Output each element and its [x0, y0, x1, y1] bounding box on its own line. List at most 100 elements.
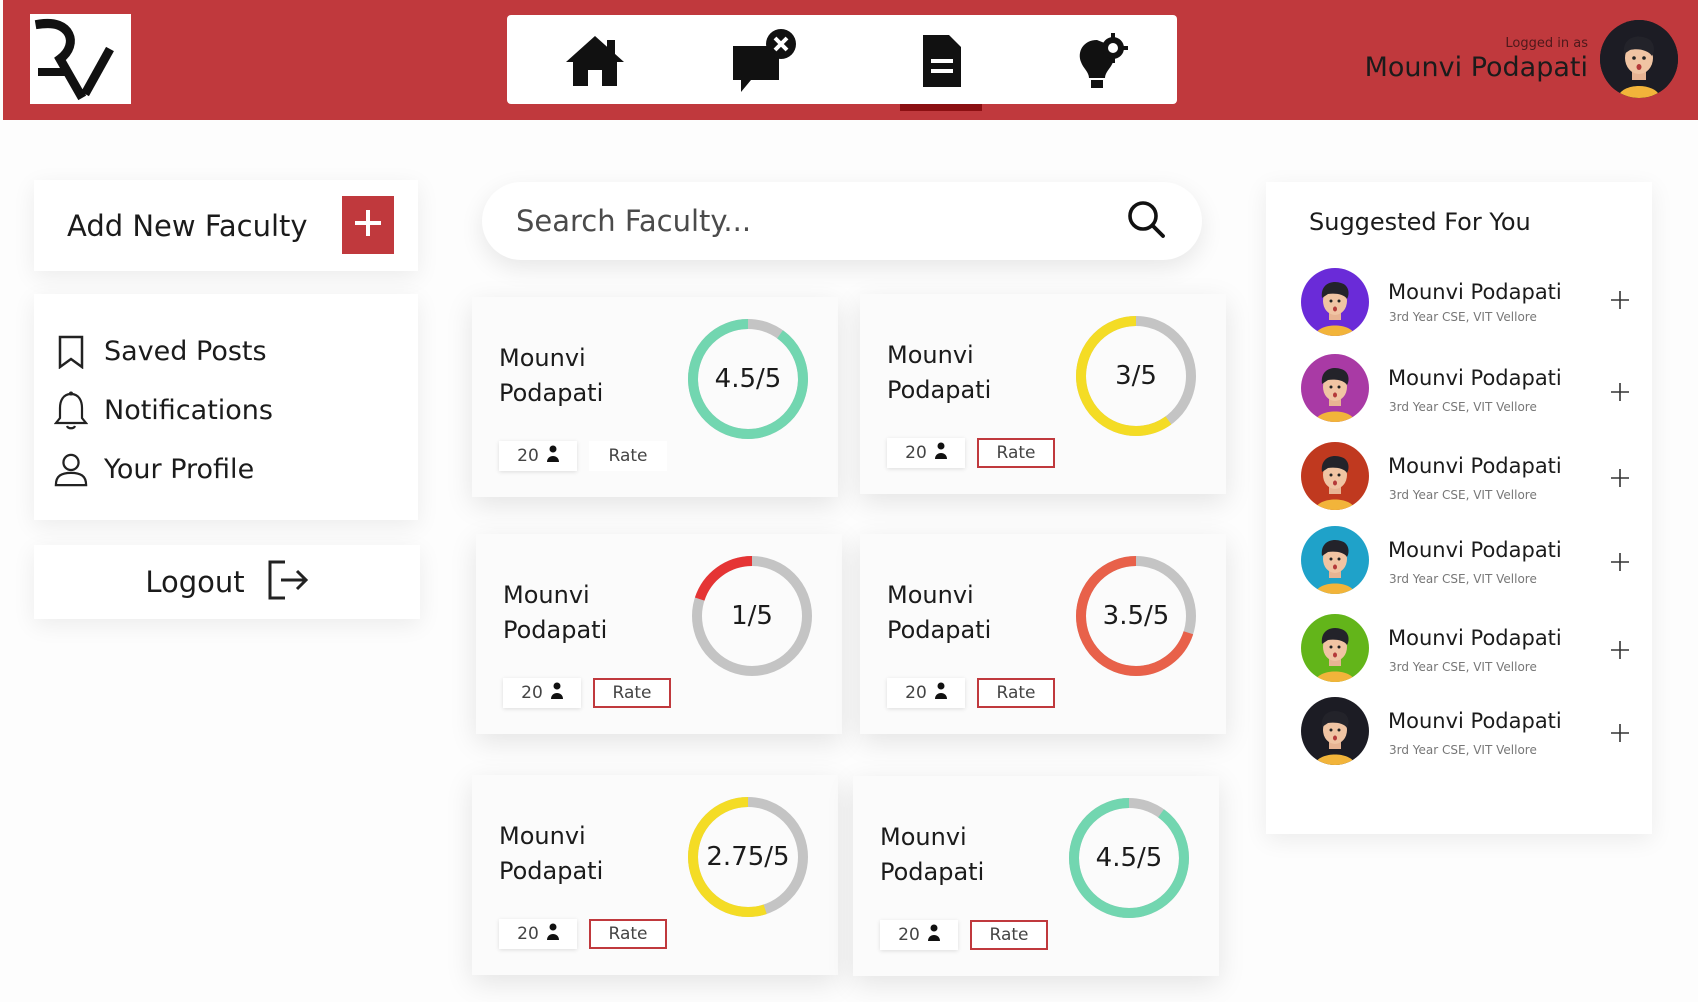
add-faculty-label: Add New Faculty: [67, 208, 308, 243]
person-icon: [927, 924, 940, 947]
rating-value: 3/5: [1115, 361, 1157, 391]
rater-count-value: 20: [517, 446, 539, 466]
app-logo[interactable]: [30, 14, 131, 104]
rater-count-value: 20: [517, 924, 539, 944]
person-icon: [550, 682, 563, 705]
follow-button[interactable]: [1606, 380, 1634, 408]
follow-button[interactable]: [1606, 721, 1634, 749]
avatar[interactable]: [1600, 20, 1678, 98]
suggestion-name: Mounvi Podapati: [1388, 709, 1562, 733]
nav-tab-ideas[interactable]: [1053, 23, 1153, 103]
sidebar-item-label: Notifications: [104, 395, 273, 426]
rate-button[interactable]: Rate: [977, 678, 1055, 708]
avatar[interactable]: [1301, 697, 1369, 765]
faculty-last-name: Podapati: [887, 376, 992, 404]
plus-icon: [1610, 723, 1630, 747]
nav-tab-documents[interactable]: [891, 23, 991, 111]
suggestion-name: Mounvi Podapati: [1388, 454, 1562, 478]
rater-count: 20: [499, 919, 577, 949]
plus-icon: [1610, 382, 1630, 406]
faculty-first-name: Mounvi: [887, 581, 974, 609]
avatar[interactable]: [1301, 354, 1369, 422]
sidebar-item-label: Saved Posts: [104, 336, 267, 367]
logged-in-user[interactable]: Logged in as Mounvi Podapati: [1365, 20, 1678, 98]
suggestion-item[interactable]: Mounvi Podapati 3rd Year CSE, VIT Vellor…: [1301, 614, 1631, 682]
faculty-first-name: Mounvi: [503, 581, 590, 609]
sidebar-item-label: Your Profile: [104, 454, 255, 485]
search-input[interactable]: [516, 204, 1124, 238]
person-icon: [546, 923, 559, 946]
rater-count: 20: [499, 441, 577, 471]
sidebar-item-notifications[interactable]: Notifications: [54, 381, 398, 440]
follow-button[interactable]: [1606, 288, 1634, 316]
faculty-card[interactable]: Mounvi Podapati 4.5/5 20 Rate: [472, 297, 838, 497]
faculty-card[interactable]: Mounvi Podapati 3/5 20 Rate: [860, 294, 1226, 494]
suggestion-item[interactable]: Mounvi Podapati 3rd Year CSE, VIT Vellor…: [1301, 697, 1631, 765]
faculty-last-name: Podapati: [887, 616, 992, 644]
rater-count: 20: [503, 678, 581, 708]
rater-count-value: 20: [905, 443, 927, 463]
suggestion-item[interactable]: Mounvi Podapati 3rd Year CSE, VIT Vellor…: [1301, 442, 1631, 510]
profile-icon: [54, 450, 88, 490]
faculty-card[interactable]: Mounvi Podapati 2.75/5 20 Rate: [472, 775, 838, 975]
suggestion-name: Mounvi Podapati: [1388, 626, 1562, 650]
faculty-last-name: Podapati: [880, 858, 985, 886]
rater-count-value: 20: [521, 683, 543, 703]
suggestion-subtitle: 3rd Year CSE, VIT Vellore: [1389, 310, 1537, 324]
lightbulb-gear-icon: [1073, 30, 1133, 96]
avatar[interactable]: [1301, 268, 1369, 336]
rater-count-value: 20: [905, 683, 927, 703]
suggestion-subtitle: 3rd Year CSE, VIT Vellore: [1389, 488, 1537, 502]
avatar[interactable]: [1301, 526, 1369, 594]
search-bar: [482, 182, 1202, 260]
suggestion-subtitle: 3rd Year CSE, VIT Vellore: [1389, 743, 1537, 757]
suggestion-item[interactable]: Mounvi Podapati 3rd Year CSE, VIT Vellor…: [1301, 354, 1631, 422]
sidebar-item-saved-posts[interactable]: Saved Posts: [54, 322, 398, 381]
add-faculty-button[interactable]: [342, 196, 394, 254]
plus-icon: [1610, 468, 1630, 492]
plus-icon: [352, 207, 384, 243]
user-name: Mounvi Podapati: [1364, 51, 1588, 83]
rate-button[interactable]: Rate: [589, 441, 667, 471]
rate-button[interactable]: Rate: [593, 678, 671, 708]
rate-button[interactable]: Rate: [977, 438, 1055, 468]
plus-icon: [1610, 640, 1630, 664]
logout-button[interactable]: Logout: [34, 545, 420, 619]
rate-button[interactable]: Rate: [970, 920, 1048, 950]
avatar[interactable]: [1301, 614, 1369, 682]
suggestion-subtitle: 3rd Year CSE, VIT Vellore: [1389, 660, 1537, 674]
faculty-last-name: Podapati: [499, 857, 604, 885]
suggestion-subtitle: 3rd Year CSE, VIT Vellore: [1389, 572, 1537, 586]
nav-tab-home[interactable]: [545, 23, 645, 103]
rater-count: 20: [880, 920, 958, 950]
top-header-bar: Logged in as Mounvi Podapati: [3, 0, 1698, 120]
faculty-card[interactable]: Mounvi Podapati 3.5/5 20 Rate: [860, 534, 1226, 734]
rate-button[interactable]: Rate: [589, 919, 667, 949]
rating-value: 3.5/5: [1102, 601, 1170, 631]
faculty-last-name: Podapati: [503, 616, 608, 644]
suggestion-item[interactable]: Mounvi Podapati 3rd Year CSE, VIT Vellor…: [1301, 268, 1631, 336]
logout-icon: [267, 559, 309, 605]
suggestion-item[interactable]: Mounvi Podapati 3rd Year CSE, VIT Vellor…: [1301, 526, 1631, 594]
suggestion-name: Mounvi Podapati: [1388, 280, 1562, 304]
rater-count-value: 20: [898, 925, 920, 945]
main-nav: [507, 15, 1177, 111]
plus-icon: [1610, 552, 1630, 576]
bookmark-icon: [54, 332, 88, 372]
rating-value: 4.5/5: [1095, 843, 1163, 873]
search-button[interactable]: [1124, 199, 1168, 243]
faculty-card[interactable]: Mounvi Podapati 4.5/5 20 Rate: [853, 776, 1219, 976]
faculty-card[interactable]: Mounvi Podapati 1/5 20 Rate: [476, 534, 842, 734]
avatar[interactable]: [1301, 442, 1369, 510]
faculty-last-name: Podapati: [499, 379, 604, 407]
suggestion-name: Mounvi Podapati: [1388, 366, 1562, 390]
nav-tab-messages[interactable]: [715, 23, 815, 103]
faculty-first-name: Mounvi: [887, 341, 974, 369]
follow-button[interactable]: [1606, 466, 1634, 494]
follow-button[interactable]: [1606, 550, 1634, 578]
suggestion-subtitle: 3rd Year CSE, VIT Vellore: [1389, 400, 1537, 414]
sidebar-item-profile[interactable]: Your Profile: [54, 440, 398, 499]
faculty-first-name: Mounvi: [499, 822, 586, 850]
follow-button[interactable]: [1606, 638, 1634, 666]
faculty-first-name: Mounvi: [499, 344, 586, 372]
